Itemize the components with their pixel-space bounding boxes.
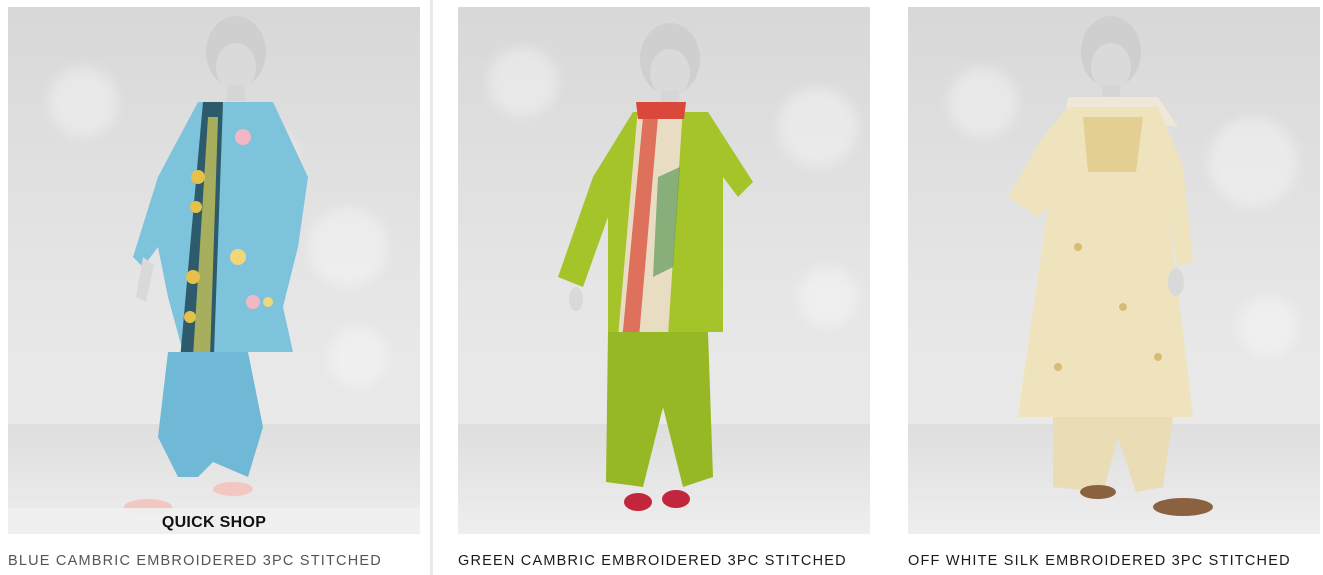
quick-shop-button[interactable]: QUICK SHOP <box>8 508 420 534</box>
product-title[interactable]: BLUE CAMBRIC EMBROIDERED 3PC STITCHED <box>8 553 420 569</box>
product-card[interactable]: QUICK SHOP BLUE CAMBRIC EMBROIDERED 3PC … <box>8 7 420 569</box>
product-title[interactable]: GREEN CAMBRIC EMBROIDERED 3PC STITCHED <box>458 553 870 569</box>
mannequin-offwhite-outfit <box>1008 16 1213 516</box>
mannequin-green-outfit <box>558 23 753 511</box>
product-image[interactable]: QUICK SHOP <box>8 7 420 534</box>
product-card[interactable]: GREEN CAMBRIC EMBROIDERED 3PC STITCHED <box>458 7 870 569</box>
product-title[interactable]: OFF WHITE SILK EMBROIDERED 3PC STITCHED <box>908 553 1320 569</box>
product-card[interactable]: OFF WHITE SILK EMBROIDERED 3PC STITCHED <box>908 7 1320 569</box>
mannequin-blue-outfit <box>124 16 308 515</box>
product-image[interactable] <box>458 7 870 534</box>
product-grid: QUICK SHOP BLUE CAMBRIC EMBROIDERED 3PC … <box>0 0 1323 575</box>
product-image[interactable] <box>908 7 1320 534</box>
column-divider <box>430 0 433 575</box>
